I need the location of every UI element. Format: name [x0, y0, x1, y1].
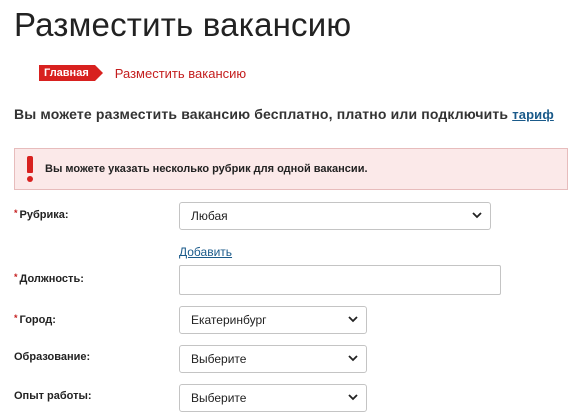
city-select[interactable]: Екатеринбург [179, 306, 367, 334]
rubric-label: * Рубрика: [14, 208, 69, 221]
city-label: * Город: [14, 313, 56, 326]
experience-label: Опыт работы: [14, 390, 92, 402]
position-label-text: Должность: [19, 273, 84, 285]
chevron-down-icon [348, 316, 358, 323]
position-input[interactable] [179, 265, 501, 295]
required-mark: * [14, 272, 18, 282]
exclamation-icon [25, 156, 35, 182]
add-rubric-link[interactable]: Добавить [179, 245, 232, 259]
breadcrumb-home-link[interactable]: Главная [39, 65, 103, 81]
education-select[interactable]: Выберите [179, 345, 367, 373]
rubric-select[interactable]: Любая [179, 202, 491, 230]
chevron-down-icon [348, 355, 358, 362]
position-label: * Должность: [14, 272, 84, 285]
experience-select[interactable]: Выберите [179, 384, 367, 412]
city-select-value: Екатеринбург [191, 313, 267, 327]
alert-text: Вы можете указать несколько рубрик для о… [45, 163, 368, 175]
required-mark: * [14, 208, 18, 218]
intro-text: Вы можете разместить вакансию бесплатно,… [14, 106, 554, 122]
rubric-select-value: Любая [191, 209, 228, 223]
experience-select-value: Выберите [191, 391, 247, 405]
chevron-down-icon [472, 212, 482, 219]
info-alert: Вы можете указать несколько рубрик для о… [14, 148, 568, 190]
intro-text-body: Вы можете разместить вакансию бесплатно,… [14, 106, 513, 122]
page-title: Разместить вакансию [14, 6, 352, 43]
chevron-down-icon [348, 394, 358, 401]
required-mark: * [14, 313, 18, 323]
education-label: Образование: [14, 351, 91, 363]
city-label-text: Город: [19, 314, 56, 326]
rubric-label-text: Рубрика: [19, 209, 69, 221]
education-select-value: Выберите [191, 352, 247, 366]
breadcrumb-current: Разместить вакансию [114, 65, 247, 81]
breadcrumb: Главная Разместить вакансию [39, 64, 246, 82]
tariff-link[interactable]: тариф [512, 107, 554, 122]
